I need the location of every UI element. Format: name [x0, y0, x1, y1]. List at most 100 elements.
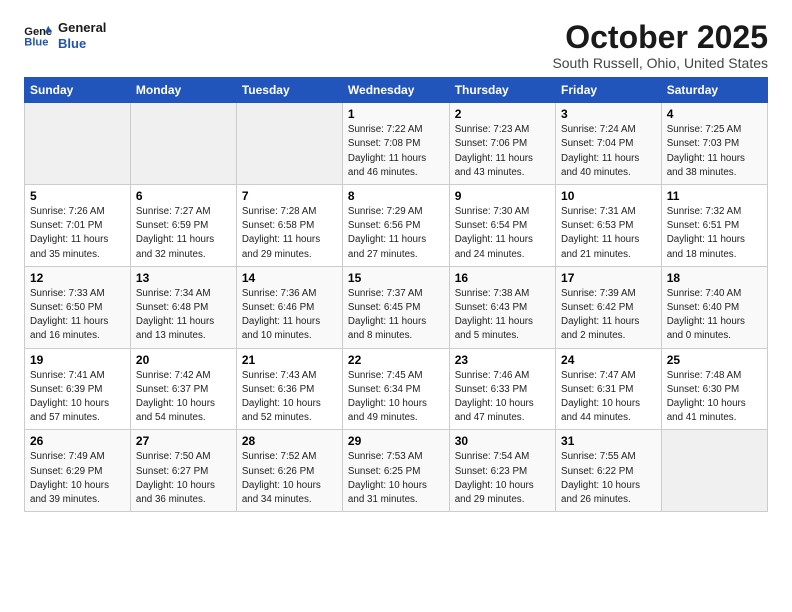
- calendar-cell: 20Sunrise: 7:42 AM Sunset: 6:37 PM Dayli…: [130, 348, 236, 430]
- day-info: Sunrise: 7:54 AM Sunset: 6:23 PM Dayligh…: [455, 450, 550, 507]
- day-number: 26: [30, 434, 125, 448]
- calendar-table: SundayMondayTuesdayWednesdayThursdayFrid…: [24, 77, 768, 512]
- calendar-week-row: 12Sunrise: 7:33 AM Sunset: 6:50 PM Dayli…: [25, 266, 768, 348]
- calendar-cell: 7 Sunrise: 7:28 AM Sunset: 6:58 PM Daylig…: [236, 185, 342, 267]
- header-row: SundayMondayTuesdayWednesdayThursdayFrid…: [25, 78, 768, 103]
- day-info: Sunrise: 7:38 AM Sunset: 6:43 PM Dayligh…: [455, 287, 550, 344]
- calendar-cell: 16 Sunrise: 7:38 AM Sunset: 6:43 PM Dayli…: [449, 266, 555, 348]
- calendar-cell: 9Sunrise: 7:30 AM Sunset: 6:54 PM Daylig…: [449, 185, 555, 267]
- day-number: 13: [136, 271, 231, 285]
- day-info: Sunrise: 7:52 AM Sunset: 6:26 PM Dayligh…: [242, 450, 337, 507]
- day-info: Sunrise: 7:27 AM Sunset: 6:59 PM Dayligh…: [136, 205, 231, 262]
- calendar-cell: 27 Sunrise: 7:50 AM Sunset: 6:27 PM Dayli…: [130, 430, 236, 512]
- day-number: 15: [348, 271, 444, 285]
- svg-text:Blue: Blue: [24, 36, 48, 48]
- calendar-cell: 15 Sunrise: 7:37 AM Sunset: 6:45 PM Dayli…: [342, 266, 449, 348]
- day-number: 14: [242, 271, 337, 285]
- day-info: Sunrise: 7:29 AM Sunset: 6:56 PM Dayligh…: [348, 205, 444, 262]
- calendar-cell: 1 Sunrise: 7:22 AM Sunset: 7:08 PM Daylig…: [342, 103, 449, 185]
- day-number: 30: [455, 434, 550, 448]
- header-day-thursday: Thursday: [449, 78, 555, 103]
- day-number: 7: [242, 189, 337, 203]
- day-info: Sunrise: 7:25 AM Sunset: 7:03 PM Dayligh…: [667, 123, 762, 180]
- calendar-cell: 18Sunrise: 7:40 AM Sunset: 6:40 PM Dayli…: [661, 266, 767, 348]
- calendar-cell: 10Sunrise: 7:31 AM Sunset: 6:53 PM Dayli…: [556, 185, 662, 267]
- calendar-cell: [130, 103, 236, 185]
- calendar-cell: 5 Sunrise: 7:26 AM Sunset: 7:01 PM Daylig…: [25, 185, 131, 267]
- day-info: Sunrise: 7:26 AM Sunset: 7:01 PM Dayligh…: [30, 205, 125, 262]
- header-day-saturday: Saturday: [661, 78, 767, 103]
- day-number: 2: [455, 107, 550, 121]
- day-number: 6: [136, 189, 231, 203]
- calendar-cell: 8 Sunrise: 7:29 AM Sunset: 6:56 PM Daylig…: [342, 185, 449, 267]
- day-number: 29: [348, 434, 444, 448]
- calendar-cell: 25Sunrise: 7:48 AM Sunset: 6:30 PM Dayli…: [661, 348, 767, 430]
- day-number: 19: [30, 353, 125, 367]
- day-number: 27: [136, 434, 231, 448]
- calendar-cell: [25, 103, 131, 185]
- calendar-cell: 17Sunrise: 7:39 AM Sunset: 6:42 PM Dayli…: [556, 266, 662, 348]
- calendar-cell: 31 Sunrise: 7:55 AM Sunset: 6:22 PM Dayli…: [556, 430, 662, 512]
- calendar-week-row: 19 Sunrise: 7:41 AM Sunset: 6:39 PM Dayli…: [25, 348, 768, 430]
- header-day-tuesday: Tuesday: [236, 78, 342, 103]
- day-info: Sunrise: 7:41 AM Sunset: 6:39 PM Dayligh…: [30, 369, 125, 426]
- day-number: 4: [667, 107, 762, 121]
- calendar-week-row: 5 Sunrise: 7:26 AM Sunset: 7:01 PM Daylig…: [25, 185, 768, 267]
- calendar-week-row: 1 Sunrise: 7:22 AM Sunset: 7:08 PM Daylig…: [25, 103, 768, 185]
- day-number: 21: [242, 353, 337, 367]
- day-number: 22: [348, 353, 444, 367]
- day-number: 28: [242, 434, 337, 448]
- day-number: 16: [455, 271, 550, 285]
- calendar-cell: 22 Sunrise: 7:45 AM Sunset: 6:34 PM Dayli…: [342, 348, 449, 430]
- day-info: Sunrise: 7:50 AM Sunset: 6:27 PM Dayligh…: [136, 450, 231, 507]
- day-number: 12: [30, 271, 125, 285]
- day-number: 5: [30, 189, 125, 203]
- header-day-monday: Monday: [130, 78, 236, 103]
- calendar-cell: 26 Sunrise: 7:49 AM Sunset: 6:29 PM Dayli…: [25, 430, 131, 512]
- calendar-cell: 29 Sunrise: 7:53 AM Sunset: 6:25 PM Dayli…: [342, 430, 449, 512]
- header-day-sunday: Sunday: [25, 78, 131, 103]
- day-info: Sunrise: 7:55 AM Sunset: 6:22 PM Dayligh…: [561, 450, 656, 507]
- location: South Russell, Ohio, United States: [552, 55, 768, 71]
- calendar-cell: 24Sunrise: 7:47 AM Sunset: 6:31 PM Dayli…: [556, 348, 662, 430]
- day-number: 23: [455, 353, 550, 367]
- header-day-friday: Friday: [556, 78, 662, 103]
- day-number: 31: [561, 434, 656, 448]
- day-info: Sunrise: 7:22 AM Sunset: 7:08 PM Dayligh…: [348, 123, 444, 180]
- calendar-cell: 6 Sunrise: 7:27 AM Sunset: 6:59 PM Daylig…: [130, 185, 236, 267]
- day-number: 8: [348, 189, 444, 203]
- day-info: Sunrise: 7:24 AM Sunset: 7:04 PM Dayligh…: [561, 123, 656, 180]
- day-number: 1: [348, 107, 444, 121]
- day-info: Sunrise: 7:28 AM Sunset: 6:58 PM Dayligh…: [242, 205, 337, 262]
- day-info: Sunrise: 7:37 AM Sunset: 6:45 PM Dayligh…: [348, 287, 444, 344]
- calendar-cell: 21 Sunrise: 7:43 AM Sunset: 6:36 PM Dayli…: [236, 348, 342, 430]
- day-info: Sunrise: 7:40 AM Sunset: 6:40 PM Dayligh…: [667, 287, 762, 344]
- logo-text-blue: Blue: [58, 36, 106, 52]
- day-number: 3: [561, 107, 656, 121]
- day-info: Sunrise: 7:53 AM Sunset: 6:25 PM Dayligh…: [348, 450, 444, 507]
- title-block: October 2025 South Russell, Ohio, United…: [552, 20, 768, 71]
- calendar-cell: 14Sunrise: 7:36 AM Sunset: 6:46 PM Dayli…: [236, 266, 342, 348]
- page-header: General Blue General Blue October 2025 S…: [24, 20, 768, 71]
- calendar-week-row: 26 Sunrise: 7:49 AM Sunset: 6:29 PM Dayli…: [25, 430, 768, 512]
- logo: General Blue General Blue: [24, 20, 106, 51]
- logo-text-general: General: [58, 20, 106, 36]
- day-info: Sunrise: 7:39 AM Sunset: 6:42 PM Dayligh…: [561, 287, 656, 344]
- day-info: Sunrise: 7:45 AM Sunset: 6:34 PM Dayligh…: [348, 369, 444, 426]
- day-number: 25: [667, 353, 762, 367]
- day-number: 10: [561, 189, 656, 203]
- day-info: Sunrise: 7:49 AM Sunset: 6:29 PM Dayligh…: [30, 450, 125, 507]
- day-info: Sunrise: 7:42 AM Sunset: 6:37 PM Dayligh…: [136, 369, 231, 426]
- day-number: 9: [455, 189, 550, 203]
- day-info: Sunrise: 7:23 AM Sunset: 7:06 PM Dayligh…: [455, 123, 550, 180]
- calendar-cell: 3 Sunrise: 7:24 AM Sunset: 7:04 PM Daylig…: [556, 103, 662, 185]
- header-day-wednesday: Wednesday: [342, 78, 449, 103]
- day-info: Sunrise: 7:43 AM Sunset: 6:36 PM Dayligh…: [242, 369, 337, 426]
- calendar-cell: 23Sunrise: 7:46 AM Sunset: 6:33 PM Dayli…: [449, 348, 555, 430]
- calendar-cell: [661, 430, 767, 512]
- logo-icon: General Blue: [24, 24, 52, 48]
- calendar-cell: 2 Sunrise: 7:23 AM Sunset: 7:06 PM Daylig…: [449, 103, 555, 185]
- calendar-cell: 12Sunrise: 7:33 AM Sunset: 6:50 PM Dayli…: [25, 266, 131, 348]
- day-number: 11: [667, 189, 762, 203]
- calendar-cell: 4 Sunrise: 7:25 AM Sunset: 7:03 PM Daylig…: [661, 103, 767, 185]
